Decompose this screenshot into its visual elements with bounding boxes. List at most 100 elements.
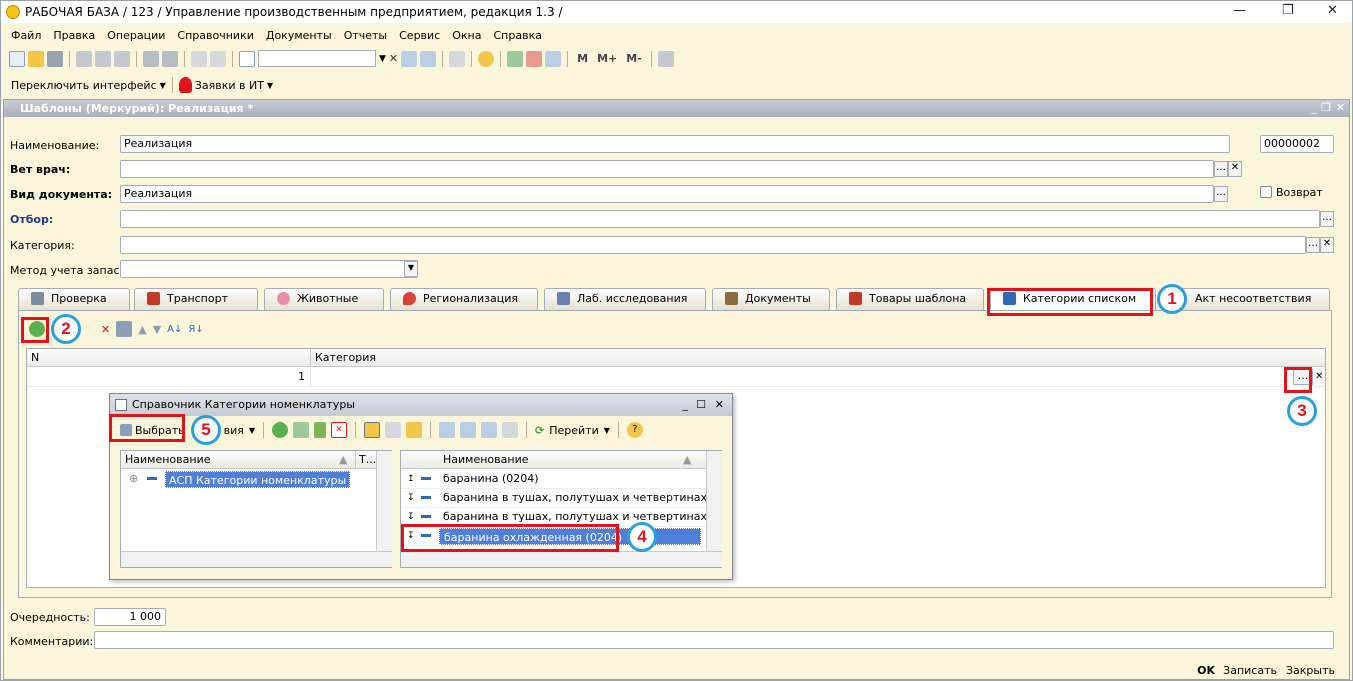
tab-animals[interactable]: Животные <box>264 288 384 310</box>
doc-minimize-icon[interactable]: _ <box>1312 101 1318 114</box>
hierarchy-icon[interactable] <box>385 422 402 438</box>
tools-icon[interactable] <box>657 50 674 67</box>
copy-icon[interactable] <box>95 50 111 67</box>
filter-field[interactable] <box>120 210 1320 228</box>
dialog-edit-icon[interactable] <box>314 422 327 438</box>
item-name[interactable]: баранина в тушах, полутушах и четвертина… <box>443 489 706 507</box>
close-button[interactable]: Закрыть <box>1286 664 1335 677</box>
delete-row-icon[interactable]: ✕ <box>101 323 110 336</box>
help-icon[interactable]: ? <box>626 422 643 438</box>
search-dropdown-icon[interactable]: ▼ <box>379 54 386 64</box>
undo-icon[interactable] <box>191 50 207 67</box>
return-checkbox[interactable] <box>1260 186 1272 198</box>
it-requests-button[interactable]: Заявки в ИТ <box>195 79 264 92</box>
tab-documents[interactable]: Документы <box>712 288 830 310</box>
cut-icon[interactable] <box>76 50 92 67</box>
groups-hscroll[interactable] <box>121 551 392 567</box>
ok-button[interactable]: OK <box>1197 664 1215 677</box>
method-select[interactable] <box>120 260 418 278</box>
expand-icon[interactable]: ⊕ <box>129 470 138 488</box>
minimize-icon[interactable]: — <box>1233 3 1246 18</box>
users-icon[interactable] <box>545 50 562 67</box>
find-next-icon[interactable] <box>401 50 418 67</box>
method-dropdown-icon[interactable]: ▼ <box>404 261 418 277</box>
preview-icon[interactable] <box>162 50 178 67</box>
name-field[interactable]: Реализация <box>120 135 1230 153</box>
tab-lab[interactable]: Лаб. исследования <box>544 288 706 310</box>
memory-button[interactable]: M <box>577 52 588 65</box>
memory-minus-button[interactable]: M- <box>626 52 642 65</box>
filter-list-icon[interactable] <box>481 422 498 438</box>
menu-windows[interactable]: Окна <box>452 29 481 42</box>
dialog-delete-icon[interactable]: ✕ <box>331 422 348 438</box>
parent-icon[interactable] <box>406 422 423 438</box>
comments-field[interactable] <box>94 631 1334 649</box>
menu-file[interactable]: Файл <box>11 29 41 42</box>
find-prev-icon[interactable] <box>420 50 437 67</box>
filter-select-button[interactable]: … <box>1320 211 1334 227</box>
row-category-clear-icon[interactable]: ✕ <box>1315 368 1323 386</box>
move-down-icon[interactable]: ▼ <box>153 323 161 336</box>
doctype-select-button[interactable]: … <box>1214 186 1228 202</box>
items-vscroll[interactable] <box>706 451 722 551</box>
item-name[interactable]: баранина (0204) <box>443 470 539 488</box>
actions-button[interactable]: вия <box>224 424 244 437</box>
menu-reports[interactable]: Отчеты <box>344 29 387 42</box>
save-row-icon[interactable] <box>116 321 133 337</box>
tab-check[interactable]: Проверка <box>18 288 130 310</box>
dialog-close-icon[interactable]: ✕ <box>715 394 724 416</box>
paste-icon[interactable] <box>114 50 130 67</box>
windows-icon[interactable] <box>449 50 466 67</box>
dialog-minimize-icon[interactable]: _ <box>683 394 689 416</box>
sort-asc-icon[interactable]: A↓ <box>167 324 182 335</box>
calendar-icon[interactable] <box>526 50 543 67</box>
group-name[interactable]: АСП Категории номенклатуры <box>165 471 351 488</box>
dialog-add-group-icon[interactable] <box>293 422 310 438</box>
menu-edit[interactable]: Правка <box>53 29 95 42</box>
menu-documents[interactable]: Документы <box>266 29 332 42</box>
category-select-button[interactable]: … <box>1306 237 1320 253</box>
search-input[interactable] <box>258 50 376 67</box>
print-icon[interactable] <box>143 50 159 67</box>
filter-value-icon[interactable] <box>439 422 456 438</box>
menu-catalogs[interactable]: Справочники <box>177 29 253 42</box>
redo-icon[interactable] <box>210 50 226 67</box>
list-item[interactable]: ⊕ АСП Категории номенклатуры <box>121 470 376 489</box>
items-hscroll[interactable] <box>401 551 722 567</box>
list-item[interactable]: ↧ баранина в тушах, полутушах и четверти… <box>401 489 706 508</box>
memory-plus-button[interactable]: M+ <box>597 52 617 65</box>
dialog-maximize-icon[interactable]: ☐ <box>696 394 706 416</box>
calculator-icon[interactable] <box>507 50 524 67</box>
doctype-field[interactable]: Реализация <box>120 185 1214 203</box>
filter-clear-icon[interactable] <box>502 422 519 438</box>
goto-button[interactable]: Перейти <box>549 424 599 437</box>
menu-operations[interactable]: Операции <box>107 29 165 42</box>
sort-desc-icon[interactable]: Я↓ <box>188 324 203 335</box>
tab-template-goods[interactable]: Товары шаблона <box>836 288 984 310</box>
vet-select-button[interactable]: … <box>1214 161 1228 177</box>
dialog-add-icon[interactable] <box>272 422 289 438</box>
save-icon[interactable] <box>47 50 63 67</box>
vet-field[interactable] <box>120 160 1214 178</box>
new-doc-icon[interactable] <box>9 50 25 67</box>
write-button[interactable]: Записать <box>1223 664 1277 677</box>
refresh-icon[interactable]: ⟳ <box>535 424 544 437</box>
open-folder-icon[interactable] <box>28 50 44 67</box>
tree-view-icon[interactable] <box>364 422 381 438</box>
table-row[interactable]: 1 … ✕ <box>27 368 1325 387</box>
maximize-icon[interactable]: ❐ <box>1282 3 1294 18</box>
list-item[interactable]: ↥ баранина (0204) <box>401 470 706 489</box>
category-clear-icon[interactable]: ✕ <box>1320 237 1334 253</box>
close-icon[interactable]: ✕ <box>1327 3 1338 18</box>
doc-restore-icon[interactable]: ❐ <box>1321 101 1331 114</box>
search-icon[interactable] <box>239 50 255 67</box>
category-field[interactable] <box>120 236 1306 254</box>
doc-close-icon[interactable]: ✕ <box>1336 101 1345 114</box>
search-clear-icon[interactable]: ✕ <box>389 52 398 65</box>
vet-clear-icon[interactable]: ✕ <box>1228 161 1242 177</box>
switch-interface-button[interactable]: Переключить интерфейс <box>11 79 157 92</box>
menu-service[interactable]: Сервис <box>399 29 440 42</box>
code-field[interactable]: 00000002 <box>1260 135 1334 153</box>
menu-help[interactable]: Справка <box>494 29 542 42</box>
order-field[interactable]: 1 000 <box>94 608 166 626</box>
